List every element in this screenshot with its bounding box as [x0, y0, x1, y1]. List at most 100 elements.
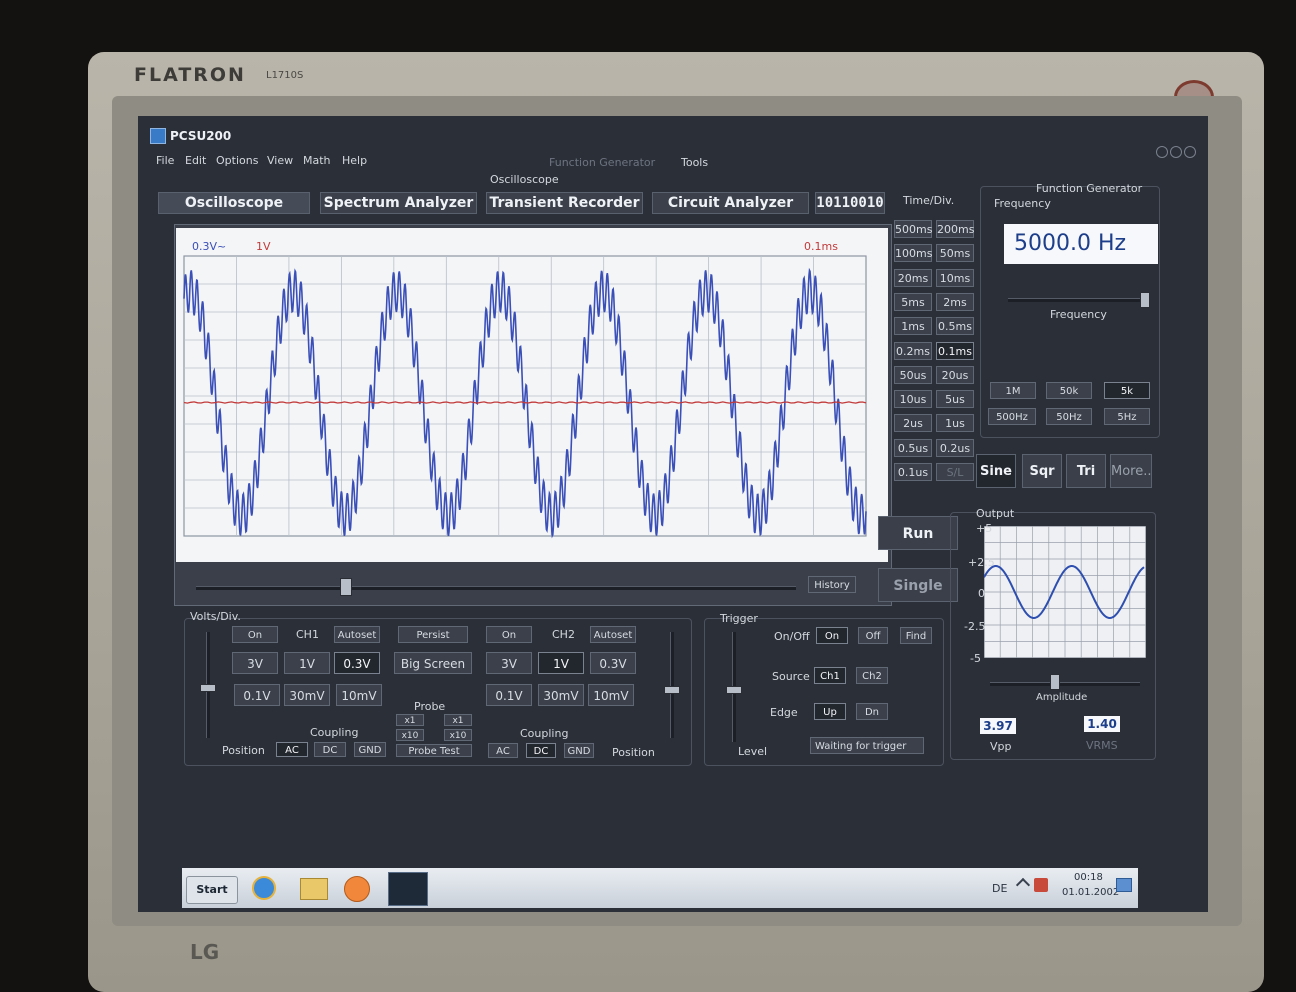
ch1-probe-x1[interactable]: x1 [396, 714, 424, 726]
pcsu200-taskbar-icon[interactable] [388, 872, 428, 906]
show-desktop-icon[interactable] [1116, 878, 1132, 892]
wave-sine-button[interactable]: Sine [976, 454, 1016, 488]
menu-options[interactable]: Options [216, 154, 258, 167]
trigger-edge-up[interactable]: Up [814, 703, 846, 720]
timediv-button-0p2us[interactable]: 0.2us [936, 438, 974, 457]
horizontal-position-track[interactable] [196, 586, 796, 590]
folder-icon[interactable] [300, 878, 328, 900]
ch1-probe-x10[interactable]: x10 [396, 729, 424, 741]
menu-math[interactable]: Math [303, 154, 331, 167]
media-player-icon[interactable] [344, 876, 370, 902]
tab-circuit-analyzer[interactable]: Circuit Analyzer [652, 192, 809, 214]
wave-square-button[interactable]: Sqr [1022, 454, 1062, 488]
trigger-off-button[interactable]: Off [858, 627, 888, 644]
range-5k-button[interactable]: 5k [1104, 382, 1150, 399]
close-icon[interactable] [1184, 146, 1196, 158]
trigger-source-ch1[interactable]: Ch1 [814, 667, 846, 684]
history-button[interactable]: History [808, 576, 856, 593]
clock-time[interactable]: 00:18 [1074, 872, 1103, 883]
run-button[interactable]: Run [878, 516, 958, 550]
tab-spectrum-analyzer[interactable]: Spectrum Analyzer [320, 192, 477, 214]
ch2-position-thumb[interactable] [664, 686, 680, 694]
ch1-coupling-gnd[interactable]: GND [354, 742, 386, 757]
menu-help[interactable]: Help [342, 154, 367, 167]
probe-test-button[interactable]: Probe Test [396, 744, 472, 757]
timediv-button-0p5ms[interactable]: 0.5ms [936, 317, 974, 336]
range-1m-button[interactable]: 1M [990, 382, 1036, 399]
ch1-range-10mv[interactable]: 10mV [336, 684, 382, 706]
ch2-range-10mv[interactable]: 10mV [588, 684, 634, 706]
ch2-on-button[interactable]: On [486, 626, 532, 643]
clock-date[interactable]: 01.01.2002 [1062, 887, 1119, 898]
ch2-coupling-gnd[interactable]: GND [564, 743, 594, 758]
timediv-button-10us[interactable]: 10us [894, 390, 932, 409]
frequency-slider-thumb[interactable] [1140, 292, 1150, 308]
ch1-position-thumb[interactable] [200, 684, 216, 692]
internet-explorer-icon[interactable] [252, 876, 276, 900]
timediv-button-0p1ms[interactable]: 0.1ms [936, 341, 974, 360]
timediv-button-2us[interactable]: 2us [894, 414, 932, 433]
single-button[interactable]: Single [878, 568, 958, 602]
timediv-button-0p5us[interactable]: 0.5us [894, 438, 932, 457]
wave-more-button[interactable]: More.. [1110, 454, 1152, 488]
timediv-button-s-l[interactable]: S/L [936, 463, 974, 481]
trigger-source-ch2[interactable]: Ch2 [856, 667, 888, 684]
ch1-range-0p3v[interactable]: 0.3V [334, 652, 380, 674]
tab-transient-recorder[interactable]: Transient Recorder [486, 192, 643, 214]
range-50hz-button[interactable]: 50Hz [1046, 408, 1092, 425]
timediv-button-20us[interactable]: 20us [936, 365, 974, 384]
timediv-button-1us[interactable]: 1us [936, 414, 974, 433]
ch2-coupling-dc[interactable]: DC [526, 743, 556, 758]
ch2-probe-x10[interactable]: x10 [444, 729, 472, 741]
frequency-slider-track[interactable] [1008, 298, 1148, 302]
ch2-range-0p3v[interactable]: 0.3V [590, 652, 636, 674]
ch2-coupling-ac[interactable]: AC [488, 743, 518, 758]
tab-oscilloscope[interactable]: Oscilloscope [158, 192, 310, 214]
ch1-range-3v[interactable]: 3V [232, 652, 278, 674]
big-screen-button[interactable]: Big Screen [394, 652, 472, 674]
menu-tools[interactable]: Tools [681, 156, 708, 169]
ch2-position-track[interactable] [670, 632, 674, 738]
wave-triangle-button[interactable]: Tri [1066, 454, 1106, 488]
maximize-icon[interactable] [1170, 146, 1182, 158]
ch1-range-0p1v[interactable]: 0.1V [234, 684, 280, 706]
timediv-button-5us[interactable]: 5us [936, 390, 974, 409]
timediv-button-20ms[interactable]: 20ms [894, 268, 932, 287]
minimize-icon[interactable] [1156, 146, 1168, 158]
ch1-autoset-button[interactable]: Autoset [334, 626, 380, 643]
trigger-level-thumb[interactable] [726, 686, 742, 694]
range-500hz-button[interactable]: 500Hz [988, 408, 1036, 425]
trigger-edge-down[interactable]: Dn [856, 703, 888, 720]
tray-network-icon[interactable] [1034, 878, 1048, 892]
trigger-on-button[interactable]: On [816, 627, 848, 644]
timediv-button-5ms[interactable]: 5ms [894, 292, 932, 311]
timediv-button-0p1us[interactable]: 0.1us [894, 463, 932, 481]
ch2-range-30mv[interactable]: 30mV [538, 684, 584, 706]
ch1-range-30mv[interactable]: 30mV [284, 684, 330, 706]
timediv-button-50us[interactable]: 50us [894, 365, 932, 384]
ch2-probe-x1[interactable]: x1 [444, 714, 472, 726]
ch1-range-1v[interactable]: 1V [284, 652, 330, 674]
tray-expand-icon[interactable] [1015, 877, 1031, 893]
amplitude-slider-thumb[interactable] [1050, 674, 1060, 690]
timediv-button-10ms[interactable]: 10ms [936, 268, 974, 287]
ch1-on-button[interactable]: On [232, 626, 278, 643]
range-50k-button[interactable]: 50k [1046, 382, 1092, 399]
menu-view[interactable]: View [267, 154, 293, 167]
start-button[interactable]: Start [186, 876, 238, 904]
ch2-autoset-button[interactable]: Autoset [590, 626, 636, 643]
menu-function-generator[interactable]: Function Generator [549, 156, 655, 169]
horizontal-position-thumb[interactable] [340, 578, 352, 596]
ch1-coupling-dc[interactable]: DC [314, 742, 346, 757]
ch2-range-0p1v[interactable]: 0.1V [486, 684, 532, 706]
ch2-range-1v[interactable]: 1V [538, 652, 584, 674]
range-5hz-button[interactable]: 5Hz [1104, 408, 1150, 425]
trigger-find-button[interactable]: Find [900, 627, 932, 644]
timediv-button-2ms[interactable]: 2ms [936, 292, 974, 311]
timediv-button-1ms[interactable]: 1ms [894, 317, 932, 336]
ch1-coupling-ac[interactable]: AC [276, 742, 308, 757]
timediv-button-50ms[interactable]: 50ms [936, 244, 974, 263]
menu-edit[interactable]: Edit [185, 154, 206, 167]
timediv-button-500ms[interactable]: 500ms [894, 220, 932, 238]
ch2-range-3v[interactable]: 3V [486, 652, 532, 674]
